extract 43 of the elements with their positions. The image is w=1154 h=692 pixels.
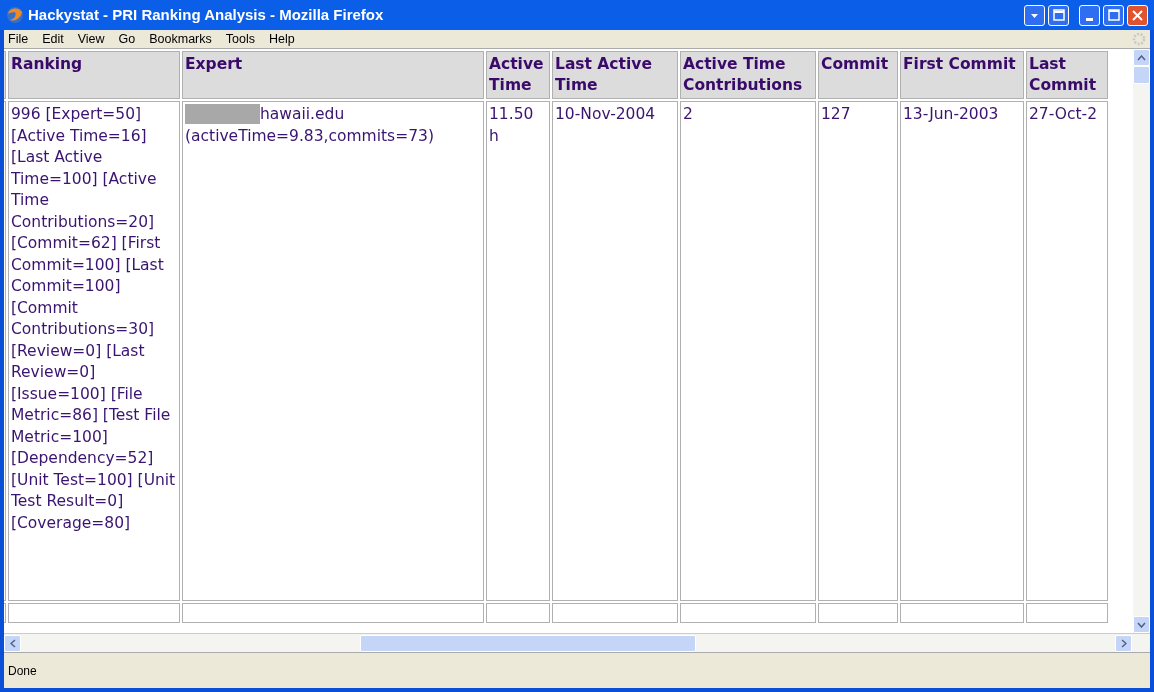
table-cell: 11.50 h: [486, 101, 550, 601]
menu-item[interactable]: Go: [118, 29, 136, 49]
window-icon: [1052, 9, 1065, 21]
table-cell: 10-Nov-2004: [552, 101, 678, 601]
scroll-thumb[interactable]: [360, 634, 696, 652]
table-cell: hawaii.edu (activeTime=9.83,commits=73): [182, 101, 484, 601]
menu-item[interactable]: View: [77, 29, 105, 49]
menu-arrow-button[interactable]: [1024, 4, 1045, 26]
horizontal-scrollbar[interactable]: [4, 633, 1150, 652]
table-cell: 127: [818, 101, 898, 601]
scroll-right-button[interactable]: [1115, 634, 1132, 652]
scroll-thumb[interactable]: [1133, 66, 1150, 84]
column-header: Ranking: [8, 51, 180, 99]
column-header: Active Time Contributions: [680, 51, 816, 99]
column-header: Last Active Time: [552, 51, 678, 99]
menu-item[interactable]: Tools: [225, 29, 255, 49]
close-icon: [1132, 9, 1143, 21]
scroll-left-button[interactable]: [4, 634, 21, 652]
browser-logo-icon: [6, 6, 24, 24]
column-header: Expert: [182, 51, 484, 99]
status-text: Done: [8, 662, 37, 680]
column-header: Active Time: [486, 51, 550, 99]
menu-item[interactable]: Bookmarks: [149, 29, 212, 49]
close-button[interactable]: [1127, 4, 1148, 26]
vertical-scrollbar[interactable]: [1133, 49, 1150, 633]
restore-window-button[interactable]: [1048, 4, 1069, 26]
column-header: Last Commit: [1026, 51, 1108, 99]
scroll-down-button[interactable]: [1133, 616, 1150, 633]
menu-item[interactable]: Help: [269, 29, 295, 49]
activity-throbber-icon: [1132, 32, 1146, 46]
column-header: Commit: [818, 51, 898, 99]
scroll-up-button[interactable]: [1133, 49, 1150, 66]
maximize-button[interactable]: [1103, 4, 1124, 26]
table-cell: 996 [Expert=50] [Active Time=16] [Last Active Time=100] [Active Time Contributions=20] [Commit=62] [First Commit=100] [Last Commit=100] [Commit Contributions=30] [Review=0] [Last Review=0] [Issue=100] [File Metric=86] [Test File Metric=100] [Dependency=52] [Unit Test=100] [Unit Test Result=0] [Coverage=80]: [8, 101, 180, 601]
table-cell: 27-Oct-2: [1026, 101, 1108, 601]
table-cell: 13-Jun-2003: [900, 101, 1024, 601]
menu-item[interactable]: Edit: [42, 29, 64, 49]
maximize-icon: [1107, 9, 1120, 21]
column-header: First Commit: [900, 51, 1024, 99]
window-title: Hackystat - PRI Ranking Analysis - Mozilla Firefox: [28, 4, 385, 25]
menu-item[interactable]: File: [8, 29, 29, 49]
minimize-button[interactable]: [1079, 4, 1100, 26]
table-cell: 2: [680, 101, 816, 601]
